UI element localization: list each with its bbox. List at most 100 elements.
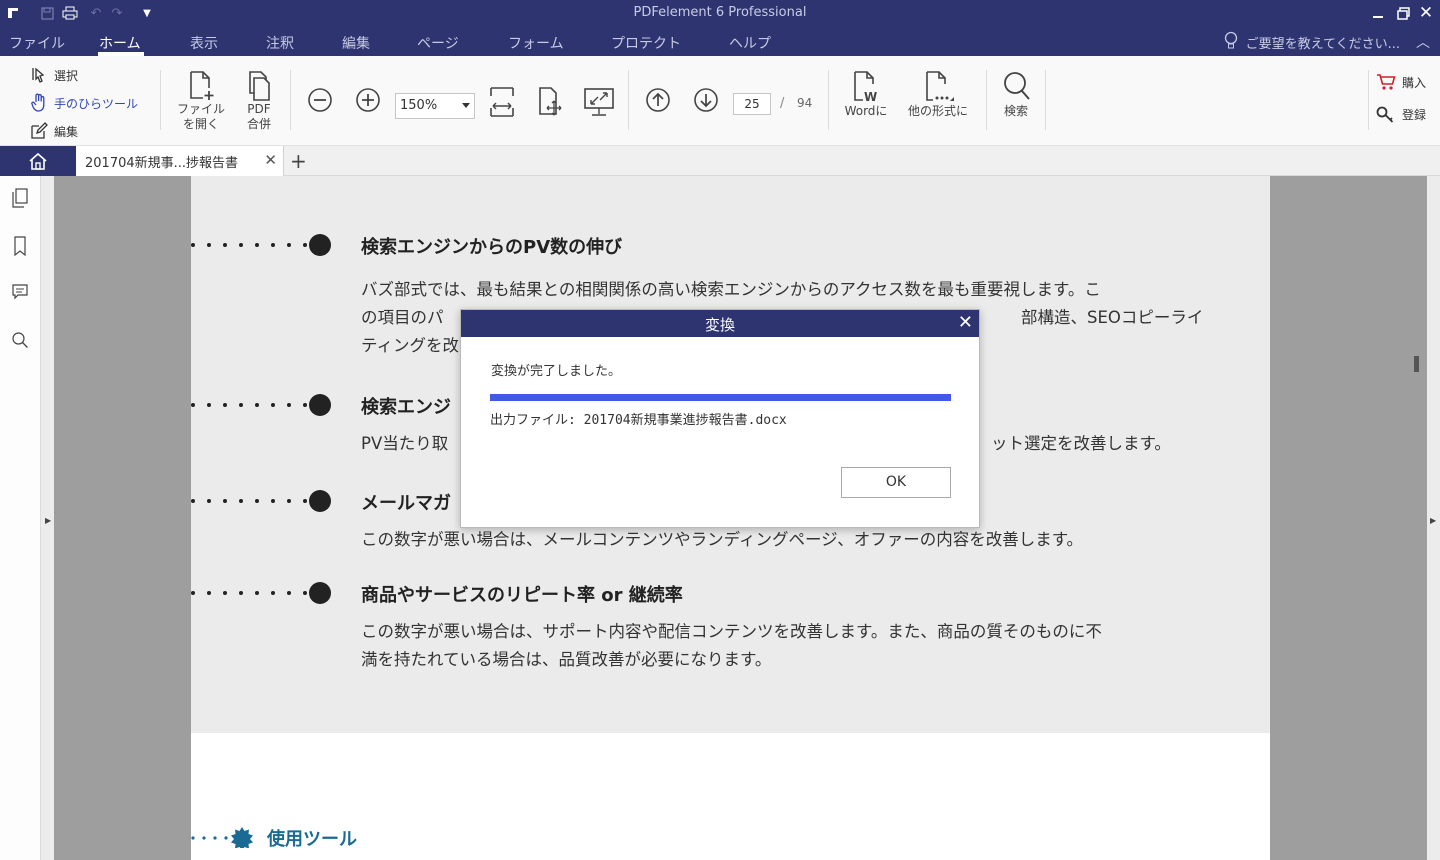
edit-icon bbox=[31, 122, 48, 139]
edit-tool-label: 編集 bbox=[54, 124, 79, 139]
home-tab[interactable] bbox=[0, 146, 76, 176]
thumbnails-icon[interactable] bbox=[11, 188, 29, 208]
pdf-merge-label-line1: PDF bbox=[247, 102, 271, 116]
menu-edit[interactable]: 編集 bbox=[342, 33, 370, 53]
menu-file[interactable]: ファイル bbox=[9, 33, 65, 53]
svg-text:W: W bbox=[864, 90, 877, 104]
previous-page-icon[interactable] bbox=[644, 86, 672, 114]
window-title: PDFelement 6 Professional bbox=[633, 5, 807, 20]
paragraph-line: この数字が悪い場合は、メールコンテンツやランディングページ、オファーの内容を改善… bbox=[361, 530, 1084, 549]
home-icon bbox=[29, 152, 47, 170]
register-label: 登録 bbox=[1402, 107, 1427, 122]
edit-tool-button[interactable]: 編集 bbox=[30, 120, 78, 142]
document-tab-bar: 201704新規事...捗報告書 ✕ + bbox=[0, 146, 1440, 176]
bullet-dotted-line bbox=[191, 234, 331, 256]
output-file-text: 出力ファイル: 201704新規事業進捗報告書.docx bbox=[490, 413, 787, 428]
minimize-icon[interactable] bbox=[1366, 2, 1390, 24]
paragraph-line: の項目のパ bbox=[361, 308, 444, 327]
select-tool-label: 選択 bbox=[54, 68, 79, 83]
ribbon-divider bbox=[828, 70, 829, 130]
pdf-merge-button[interactable]: PDF 合併 bbox=[238, 70, 280, 132]
other-format-icon bbox=[926, 71, 954, 101]
document-tab[interactable]: 201704新規事...捗報告書 ✕ bbox=[76, 146, 284, 176]
left-gutter: ▶ bbox=[41, 176, 54, 860]
merge-icon bbox=[249, 71, 270, 101]
close-dialog-icon[interactable]: ✕ bbox=[958, 312, 973, 333]
menu-home[interactable]: ホーム bbox=[99, 33, 141, 53]
scrollbar-thumb[interactable] bbox=[1414, 356, 1419, 372]
convert-to-other-button[interactable]: 他の形式に bbox=[902, 70, 974, 119]
left-sidebar bbox=[0, 176, 41, 860]
convert-to-word-label: Wordに bbox=[844, 104, 888, 118]
page-number-input[interactable]: 25 bbox=[733, 93, 771, 115]
section-heading: 検索エンジンからのPV数の伸び bbox=[361, 237, 623, 258]
register-button[interactable]: 登録 bbox=[1376, 103, 1426, 125]
restore-icon[interactable] bbox=[1391, 2, 1415, 24]
bullet-dotted-line bbox=[191, 394, 331, 416]
cart-icon bbox=[1377, 74, 1396, 90]
paragraph-line-tail: 部構造、SEOコピーライ bbox=[1021, 308, 1204, 327]
buy-label: 購入 bbox=[1402, 75, 1427, 90]
sidebar-search-icon[interactable] bbox=[11, 331, 29, 349]
open-file-icon bbox=[190, 71, 214, 100]
search-icon bbox=[1004, 72, 1030, 100]
zoom-select[interactable]: 150% bbox=[395, 93, 475, 119]
paragraph-line: この数字が悪い場合は、サポート内容や配信コンテンツを改善します。また、商品の質そ… bbox=[361, 622, 1102, 641]
menu-protect[interactable]: プロテクト bbox=[611, 33, 681, 53]
next-page-icon[interactable] bbox=[692, 86, 720, 114]
open-file-button[interactable]: ファイル を開く bbox=[172, 70, 230, 132]
select-tool-button[interactable]: 選択 bbox=[30, 64, 78, 86]
fit-width-icon[interactable] bbox=[488, 86, 516, 117]
tool-bullet-dotted-line bbox=[191, 827, 253, 848]
menu-view[interactable]: 表示 bbox=[190, 33, 218, 53]
paragraph-line: バズ部式では、最も結果との相関関係の高い検索エンジンからのアクセス数を最も重要視… bbox=[361, 280, 1101, 299]
dialog-title: 変換 bbox=[461, 310, 979, 337]
menu-form[interactable]: フォーム bbox=[508, 33, 564, 53]
section-heading: 検索エンジ bbox=[361, 397, 451, 418]
paragraph-line: PV当たり取 bbox=[361, 434, 449, 453]
ribbon-toolbar: 選択 手のひらツール 編集 ファイル を開く PDF 合併 150% 25 / … bbox=[0, 56, 1440, 146]
open-file-label-line1: ファイル bbox=[176, 102, 225, 116]
document-tab-label: 201704新規事...捗報告書 bbox=[85, 156, 239, 171]
tool-section-heading: 使用ツール bbox=[267, 829, 357, 850]
ribbon-divider bbox=[628, 70, 629, 130]
cursor-icon bbox=[32, 67, 45, 83]
ribbon-divider bbox=[160, 70, 161, 130]
chevron-down-icon bbox=[462, 103, 470, 108]
total-pages: 94 bbox=[797, 96, 813, 110]
paragraph-line: ティングを改 bbox=[361, 336, 460, 355]
menu-help[interactable]: ヘルプ bbox=[729, 33, 771, 53]
lightbulb-icon bbox=[1224, 31, 1238, 51]
hand-tool-button[interactable]: 手のひらツール bbox=[30, 92, 138, 114]
dialog-message: 変換が完了しました。 bbox=[491, 364, 622, 379]
fit-page-icon[interactable] bbox=[536, 86, 564, 116]
search-label: 検索 bbox=[1003, 104, 1028, 118]
convert-dialog: 変換 ✕ 変換が完了しました。 出力ファイル: 201704新規事業進捗報告書.… bbox=[460, 309, 980, 528]
open-file-label-line2: を開く bbox=[182, 117, 219, 131]
close-tab-icon[interactable]: ✕ bbox=[264, 151, 277, 169]
paragraph-line: 満を持たれている場合は、品質改善が必要になります。 bbox=[361, 650, 772, 669]
menu-page[interactable]: ページ bbox=[417, 33, 459, 53]
expand-left-icon[interactable]: ▶ bbox=[45, 516, 51, 525]
buy-button[interactable]: 購入 bbox=[1376, 71, 1426, 93]
comment-icon[interactable] bbox=[11, 283, 29, 301]
bookmark-icon[interactable] bbox=[11, 236, 29, 257]
expand-right-icon[interactable]: ▶ bbox=[1430, 516, 1436, 525]
zoom-out-icon[interactable] bbox=[306, 86, 334, 114]
title-bar: ↶ ↷ ▼ PDFelement 6 Professional ✕ bbox=[0, 0, 1440, 27]
pdf-merge-label-line2: 合併 bbox=[246, 117, 271, 131]
menu-bar: ファイル ホーム 表示 注釈 編集 ページ フォーム プロテクト ヘルプ ご要望… bbox=[0, 27, 1440, 56]
collapse-ribbon-icon[interactable]: ︿ bbox=[1416, 32, 1430, 52]
right-gutter: ▶ bbox=[1427, 176, 1440, 860]
search-button[interactable]: 検索 bbox=[998, 70, 1034, 119]
ribbon-divider bbox=[290, 70, 291, 130]
hand-tool-label: 手のひらツール bbox=[54, 96, 139, 111]
new-tab-button[interactable]: + bbox=[290, 149, 307, 173]
fullscreen-icon[interactable] bbox=[583, 86, 615, 116]
zoom-in-icon[interactable] bbox=[354, 86, 382, 114]
convert-to-word-button[interactable]: W Wordに bbox=[840, 70, 892, 119]
feedback-hint[interactable]: ご要望を教えてください... bbox=[1246, 33, 1400, 52]
menu-annotate[interactable]: 注釈 bbox=[266, 33, 294, 53]
ok-button[interactable]: OK bbox=[841, 467, 951, 498]
close-window-icon[interactable]: ✕ bbox=[1414, 2, 1438, 24]
